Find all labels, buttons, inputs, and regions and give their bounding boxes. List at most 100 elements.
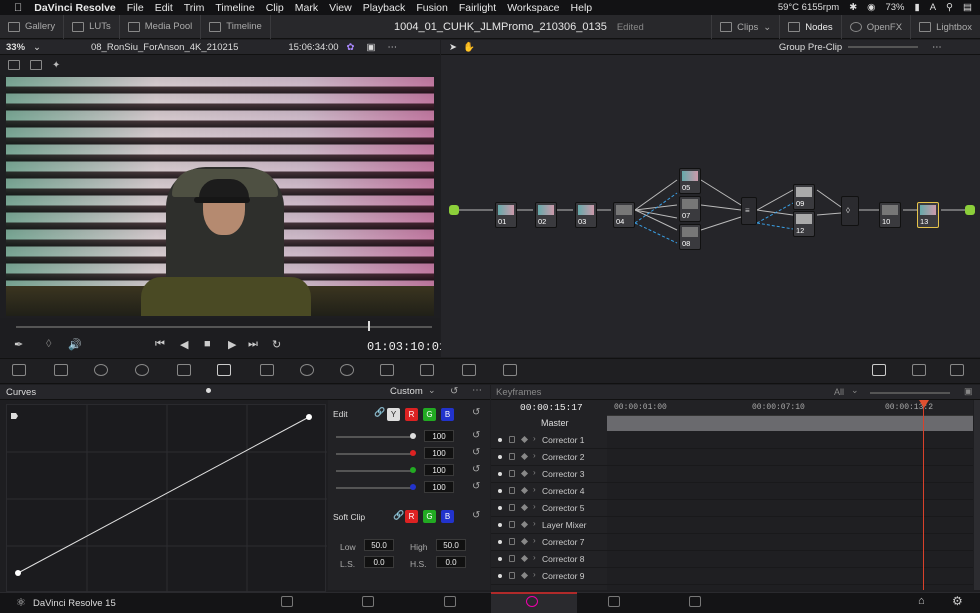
keyframe-track-row[interactable]: › Corrector 9 [491,568,973,585]
slider-knob[interactable] [410,450,416,456]
keyframe-track-row[interactable]: › Corrector 4 [491,483,973,500]
keyframes-scrollbar[interactable] [974,400,980,590]
layer-node[interactable]: ◊ [841,196,859,226]
settings-gear-icon[interactable]: ⚙ [952,594,963,608]
menu-file[interactable]: File [127,2,144,14]
reset-icon[interactable]: ↺ [472,481,480,492]
keyframe-diamond-icon[interactable] [520,537,529,546]
keyframe-track-row[interactable]: › Layer Mixer [491,517,973,534]
menu-fairlight[interactable]: Fairlight [459,2,496,14]
skip-to-start-icon[interactable]: ⏮ [155,338,165,351]
b-intensity-slider[interactable] [336,487,414,489]
gallery-button[interactable]: Gallery [0,14,65,39]
menu-fusion[interactable]: Fusion [416,2,448,14]
color-wheels-icon[interactable] [94,364,108,376]
keyframe-diamond-icon[interactable] [520,520,529,529]
keyframe-track-row[interactable]: › Corrector 2 [491,449,973,466]
curve-graph[interactable] [6,404,327,593]
g-intensity-slider[interactable] [336,470,414,472]
b-intensity-value[interactable]: 100 [424,481,454,493]
color-match-icon[interactable] [54,364,68,376]
keyframe-diamond-icon[interactable] [520,554,529,563]
cut-page-icon[interactable] [362,596,374,607]
y-intensity-slider[interactable] [336,436,414,438]
media-pool-button[interactable]: Media Pool [120,14,202,39]
lock-icon[interactable] [509,538,515,545]
node-09[interactable]: 09 [793,184,815,210]
keyframe-track-row[interactable]: › Corrector 3 [491,466,973,483]
lock-icon[interactable] [509,487,515,494]
chevron-right-icon[interactable]: › [533,502,536,511]
color-page-icon[interactable] [526,596,538,607]
skip-to-end-icon[interactable]: ⏭ [248,338,258,351]
keyframe-track-row[interactable]: › Corrector 5 [491,500,973,517]
scopes-icon[interactable] [912,364,926,376]
slider-knob[interactable] [410,484,416,490]
enable-dot-icon[interactable] [498,506,502,510]
menu-timeline[interactable]: Timeline [215,2,254,14]
node-05[interactable]: 05 [679,168,701,194]
pointer-icon[interactable]: ➤ [449,42,457,53]
grid-view-icon[interactable] [30,60,42,70]
layer-mixer-node[interactable]: ≡ [741,197,757,225]
keyframe-diamond-icon[interactable] [520,486,529,495]
menu-playback[interactable]: Playback [363,2,406,14]
softclip-r-toggle[interactable]: R [405,510,418,523]
node-mode-dropdown[interactable]: Group Pre-Clip [779,42,842,53]
chevron-down-icon[interactable]: ⌄ [33,42,41,53]
chevron-right-icon[interactable]: › [533,468,536,477]
lock-icon[interactable] [509,504,515,511]
node-graph[interactable]: 01 02 03 04 05 07 08 ≡ 09 12 ◊ 10 13 [441,55,980,357]
lock-icon[interactable] [509,470,515,477]
reset-icon[interactable]: ↺ [450,386,458,397]
node-10[interactable]: 10 [879,202,901,228]
graph-input-port[interactable] [449,205,459,215]
node-04[interactable]: 04 [613,202,635,228]
chevron-right-icon[interactable]: › [533,434,536,443]
ls-value[interactable]: 0.0 [364,556,394,568]
fullscreen-icon[interactable]: ▣ [367,42,376,53]
keyframe-diamond-icon[interactable] [520,503,529,512]
eyedropper-icon[interactable]: ✒ [14,338,23,351]
battery-percent[interactable]: 73% [885,2,904,13]
home-icon[interactable]: ⌂ [918,595,925,607]
wifi-icon[interactable]: ◉ [867,2,875,13]
layers-icon[interactable]: ◊ [46,338,51,350]
enable-dot-icon[interactable] [498,489,502,493]
enable-dot-icon[interactable] [498,540,502,544]
master-track-bar[interactable] [607,416,973,431]
loop-icon[interactable]: ↻ [272,338,281,351]
motion-effects-icon[interactable] [177,364,191,376]
lock-icon[interactable] [509,572,515,579]
step-back-icon[interactable]: ◀ [180,338,188,351]
enable-dot-icon[interactable] [498,557,502,561]
keyframe-diamond-icon[interactable] [520,469,529,478]
enable-dot-icon[interactable] [498,472,502,476]
media-page-icon[interactable] [281,596,293,607]
enable-dot-icon[interactable] [498,574,502,578]
softclip-b-toggle[interactable]: B [441,510,454,523]
bluetooth-icon[interactable]: ✱ [849,2,857,13]
keyframe-track-row[interactable]: › Corrector 1 [491,432,973,449]
keyframes-filter-dropdown[interactable]: All [834,387,844,397]
slider-knob[interactable] [410,467,416,473]
reset-icon[interactable]: ↺ [472,407,480,418]
chevron-right-icon[interactable]: › [533,570,536,579]
playhead-marker[interactable] [919,400,929,408]
video-viewer[interactable] [6,77,434,316]
r-intensity-slider[interactable] [336,453,414,455]
reset-icon[interactable]: ↺ [472,510,480,521]
enable-dot-icon[interactable] [498,438,502,442]
menu-edit[interactable]: Edit [155,2,173,14]
more-options-icon[interactable]: ⋯ [472,385,482,396]
magic-wand-icon[interactable]: ✦ [52,60,60,71]
reset-icon[interactable]: ↺ [472,464,480,475]
chevron-down-icon[interactable]: ⌄ [428,385,436,396]
color-wheel-icon[interactable]: ✿ [347,42,355,53]
blur-icon[interactable] [380,364,394,376]
channel-r-toggle[interactable]: R [405,408,418,421]
menu-workspace[interactable]: Workspace [507,2,559,14]
slider-knob[interactable] [410,433,416,439]
sizing-icon[interactable] [462,364,476,376]
clips-button[interactable]: Clips ⌄ [711,15,779,39]
